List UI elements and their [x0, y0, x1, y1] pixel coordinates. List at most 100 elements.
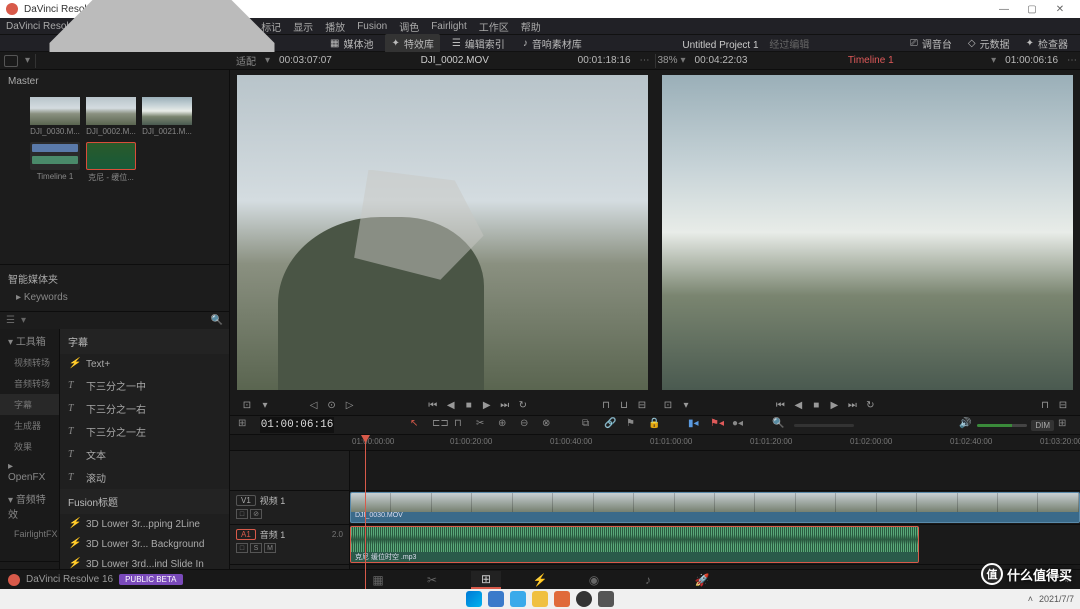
snap-toggle[interactable]: ⧉ [582, 418, 596, 432]
edit-page-button[interactable]: ⊞ [471, 571, 501, 589]
fx-item[interactable]: T下三分之一中 [60, 374, 229, 397]
metadata-button[interactable]: ◇元数据 [962, 34, 1016, 53]
fairlight-page-button[interactable]: ♪ [633, 571, 663, 589]
category-titles[interactable]: 字幕 [0, 394, 59, 415]
video-clip[interactable]: DJI_0030.MOV [350, 492, 1080, 523]
maximize-button[interactable]: ▢ [1018, 4, 1046, 15]
volume-slider[interactable] [977, 424, 1027, 427]
replace-icon[interactable]: ⊟ [635, 398, 649, 412]
insert-icon[interactable]: ⊓ [1038, 398, 1052, 412]
replace-tool[interactable]: ⊗ [542, 418, 556, 432]
category-effects[interactable]: 效果 [0, 436, 59, 457]
category-generators[interactable]: 生成器 [0, 415, 59, 436]
marker-blue-icon[interactable]: ▮◂ [688, 418, 702, 432]
deliver-page-button[interactable]: 🚀 [687, 571, 717, 589]
smart-folder-item[interactable]: ▸ Keywords [8, 290, 221, 305]
tray-date[interactable]: 2021/7/7 [1039, 594, 1074, 604]
fx-item[interactable]: T滚动 [60, 466, 229, 489]
dynamic-trim-tool[interactable]: ⊓ [454, 418, 468, 432]
source-clip-name[interactable]: DJI_0002.MOV [338, 55, 572, 66]
volume-icon[interactable]: 🔊 [959, 418, 973, 432]
play-button[interactable]: ▶ [827, 398, 841, 412]
taskbar-app-icon[interactable] [510, 591, 526, 607]
link-toggle[interactable]: 🔗 [604, 418, 618, 432]
taskbar-app-icon[interactable] [598, 591, 614, 607]
menu-item[interactable]: 帮助 [521, 19, 541, 34]
insert-icon[interactable]: ⊓ [599, 398, 613, 412]
zoom-slider[interactable] [794, 424, 854, 427]
timeline-ruler[interactable]: 01:00:00:00 01:00:20:00 01:00:40:00 01:0… [230, 435, 1080, 451]
taskbar-app-icon[interactable] [488, 591, 504, 607]
overlay-icon[interactable]: ▾ [679, 398, 693, 412]
insert-tool[interactable]: ⊕ [498, 418, 512, 432]
prev-frame-button[interactable]: ◀ [791, 398, 805, 412]
track-lock-button[interactable]: □ [236, 509, 248, 519]
category-audio-transition[interactable]: 音频转场 [0, 373, 59, 394]
fx-item[interactable]: T文本 [60, 443, 229, 466]
effects-library-button[interactable]: ✦特效库 [385, 34, 439, 53]
category-toolbox[interactable]: ▾ 工具箱 [0, 329, 59, 352]
menu-item[interactable]: 播放 [325, 19, 345, 34]
overwrite-icon[interactable]: ⊔ [617, 398, 631, 412]
timeline-thumbnail[interactable]: Timeline 1 [30, 142, 80, 183]
lock-icon[interactable]: 🔒 [648, 418, 662, 432]
dim-button[interactable]: DIM [1031, 420, 1054, 431]
loop-button[interactable]: ↻ [863, 398, 877, 412]
master-bin-label[interactable]: Master [0, 70, 229, 93]
dropdown-icon[interactable]: ▾ [25, 55, 30, 66]
selection-tool[interactable]: ↖ [410, 418, 424, 432]
inspector-button[interactable]: ✦检查器 [1020, 34, 1074, 53]
track-mute-button[interactable]: M [264, 543, 276, 553]
track-badge[interactable]: A1 [236, 529, 256, 540]
menu-item[interactable]: 调色 [399, 19, 419, 34]
play-button[interactable]: ▶ [480, 398, 494, 412]
fx-item[interactable]: ⚡3D Lower 3r... Background [60, 534, 229, 554]
fit-label[interactable]: 适配 [236, 53, 256, 68]
prev-frame-button[interactable]: ◀ [444, 398, 458, 412]
color-page-button[interactable]: ◉ [579, 571, 609, 589]
first-frame-button[interactable]: ⏮ [426, 398, 440, 412]
taskbar-app-icon[interactable] [554, 591, 570, 607]
next-frame-button[interactable]: ⏭ [845, 398, 859, 412]
minimize-button[interactable]: — [990, 4, 1018, 15]
media-page-button[interactable]: ▦ [363, 571, 393, 589]
fx-item[interactable]: ⚡3D Lower 3r...pping 2Line [60, 514, 229, 534]
close-button[interactable]: ✕ [1046, 4, 1074, 15]
loop-button[interactable]: ↻ [516, 398, 530, 412]
playhead[interactable] [365, 435, 366, 589]
program-canvas[interactable] [662, 75, 1073, 390]
first-frame-button[interactable]: ⏮ [773, 398, 787, 412]
list-view-icon[interactable]: ☰ [6, 315, 15, 326]
mark-out-icon[interactable]: ▷ [343, 398, 357, 412]
menu-item[interactable]: 工作区 [479, 19, 509, 34]
marker-gray-icon[interactable]: ●◂ [732, 418, 746, 432]
taskbar-app-icon[interactable] [532, 591, 548, 607]
zoom-search-icon[interactable]: 🔍 [772, 418, 786, 432]
timeline-name[interactable]: Timeline 1 [753, 55, 988, 66]
empty-track-area[interactable] [230, 451, 1080, 491]
media-pool-button[interactable]: ▦媒体池 [324, 34, 379, 53]
category-openfx[interactable]: ▸ OpenFX [0, 457, 59, 487]
stop-button[interactable]: ■ [462, 398, 476, 412]
source-menu-icon[interactable]: ⋯ [640, 55, 650, 66]
track-solo-button[interactable]: S [250, 543, 262, 553]
mark-dot-icon[interactable]: ⊙ [325, 398, 339, 412]
start-button[interactable] [466, 591, 482, 607]
clip-thumbnail[interactable]: DJI_0030.M... [30, 97, 80, 136]
category-video-transition[interactable]: 视频转场 [0, 352, 59, 373]
menu-item[interactable]: Fairlight [431, 21, 467, 32]
search-icon[interactable]: 🔍 [211, 315, 223, 326]
panel-layout-icon[interactable]: ⊞ [1058, 418, 1072, 432]
match-frame-icon[interactable]: ⊡ [240, 398, 254, 412]
chevron-down-icon[interactable]: ▾ [21, 315, 26, 326]
cut-page-button[interactable]: ✂ [417, 571, 447, 589]
audio-clip[interactable]: 克尼 缓位时空 .mp3 [350, 526, 919, 563]
fx-item[interactable]: T下三分之一右 [60, 397, 229, 420]
menu-item[interactable]: Fusion [357, 21, 387, 32]
marker-red-icon[interactable]: ⚑◂ [710, 418, 724, 432]
track-arm-button[interactable]: □ [236, 543, 248, 553]
category-fairlightfx[interactable]: FairlightFX [0, 525, 59, 543]
fx-item[interactable]: ⚡Text+ [60, 354, 229, 374]
clip-thumbnail[interactable]: DJI_0021.M... [142, 97, 192, 136]
clip-thumbnail[interactable]: DJI_0002.M... [86, 97, 136, 136]
